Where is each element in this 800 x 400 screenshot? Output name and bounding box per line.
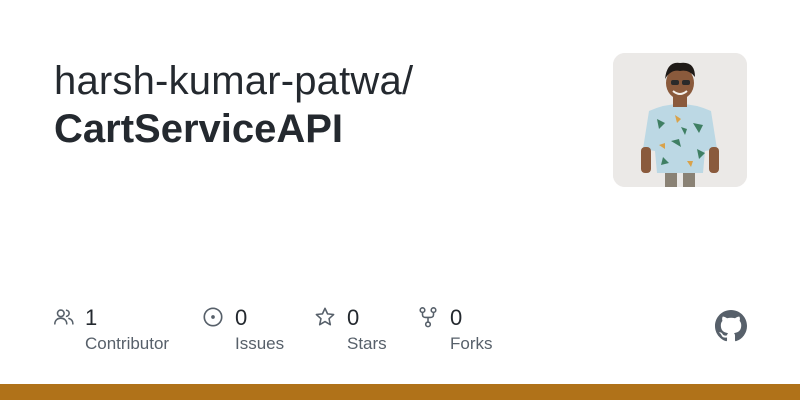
contributors-count: 1	[85, 305, 98, 330]
language-color-bar	[0, 384, 800, 400]
stars-count: 0	[347, 305, 360, 330]
contributors-label: Contributor	[85, 334, 170, 353]
star-icon	[315, 307, 335, 326]
github-mark-icon[interactable]	[715, 310, 747, 342]
forks-count: 0	[450, 305, 463, 330]
stars-label: Stars	[347, 334, 387, 353]
owner-avatar[interactable]	[613, 53, 747, 187]
forks-label: Forks	[450, 334, 493, 353]
repo-name[interactable]: CartServiceAPI	[54, 104, 343, 154]
issue-opened-icon	[203, 307, 223, 327]
repo-owner[interactable]: harsh-kumar-patwa/	[54, 56, 413, 106]
repo-forked-icon	[419, 307, 437, 328]
people-icon	[54, 309, 74, 325]
avatar-photo	[613, 53, 747, 187]
issues-count: 0	[235, 305, 248, 330]
issues-label: Issues	[235, 334, 285, 353]
